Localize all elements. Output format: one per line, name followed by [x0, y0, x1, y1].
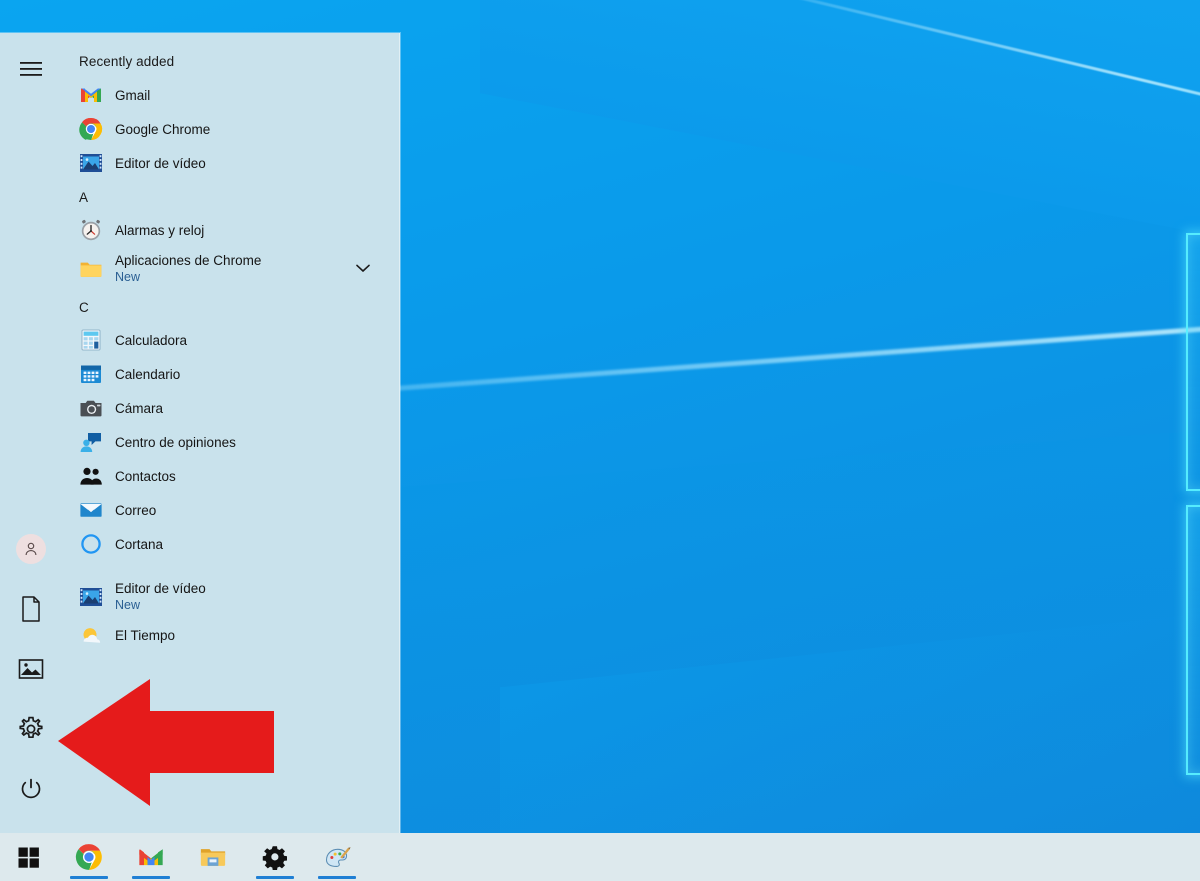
hamburger-icon	[20, 62, 42, 76]
gear-icon	[19, 716, 43, 739]
taskbar	[0, 833, 1200, 881]
camera-icon	[79, 396, 103, 420]
app-label: Aplicaciones de Chrome	[115, 253, 262, 268]
app-row-centro-de-opiniones[interactable]: Centro de opiniones	[62, 425, 400, 459]
recently-added-title: Recently added	[79, 54, 175, 69]
alarm-clock-icon	[79, 218, 103, 242]
gmail-icon	[139, 849, 163, 866]
folder-icon	[79, 257, 103, 281]
video-editor-icon	[79, 585, 103, 609]
app-row-calendario[interactable]: Calendario	[62, 357, 400, 391]
app-label: Editor de vídeo	[115, 155, 206, 171]
taskbar-item-settings[interactable]	[244, 833, 306, 881]
app-label: Google Chrome	[115, 121, 211, 137]
app-row-cortana[interactable]: Cortana	[62, 527, 400, 561]
gmail-icon	[79, 83, 103, 107]
app-label: Alarmas y reloj	[115, 222, 205, 238]
taskbar-running-indicator	[132, 876, 170, 879]
video-editor-icon	[79, 151, 103, 175]
app-row-camara[interactable]: Cámara	[62, 391, 400, 425]
start-menu-app-list[interactable]: Recently added Gmail Google Chrome Edito…	[62, 33, 400, 833]
app-sublabel-new: New	[115, 598, 141, 612]
group-letter-c[interactable]: C	[62, 290, 400, 323]
paint-icon	[325, 847, 351, 867]
contacts-icon	[79, 464, 103, 488]
app-label: El Tiempo	[115, 627, 176, 643]
taskbar-item-paint[interactable]	[306, 833, 368, 881]
app-row-calculadora[interactable]: Calculadora	[62, 323, 400, 357]
app-label: Editor de vídeo	[115, 581, 206, 596]
calculator-icon	[79, 328, 103, 352]
mail-icon	[79, 498, 103, 522]
cortana-icon	[79, 532, 103, 556]
app-label: Correo	[115, 502, 157, 518]
windows-start-icon	[18, 847, 39, 868]
start-menu-panel: Recently added Gmail Google Chrome Edito…	[0, 33, 400, 833]
weather-icon	[79, 623, 103, 647]
desktop-screen: Recently added Gmail Google Chrome Edito…	[0, 0, 1200, 881]
app-row-gmail[interactable]: Gmail	[62, 78, 400, 112]
app-row-video-editor-recent[interactable]: Editor de vídeo	[62, 146, 400, 180]
chrome-icon	[79, 117, 103, 141]
rail-item-pictures[interactable]	[7, 645, 55, 693]
app-text: Editor de vídeo New	[115, 580, 206, 613]
taskbar-running-indicator	[318, 876, 356, 879]
taskbar-start-button[interactable]	[0, 833, 58, 881]
app-label: Gmail	[115, 87, 151, 103]
app-row-contactos[interactable]: Contactos	[62, 459, 400, 493]
app-row-aplicaciones-de-chrome[interactable]: Aplicaciones de Chrome New	[62, 247, 400, 290]
app-label: Cortana	[115, 536, 164, 552]
app-label: Cámara	[115, 400, 164, 416]
chevron-down-icon[interactable]	[356, 260, 370, 278]
rail-item-documents[interactable]	[7, 585, 55, 633]
app-sublabel-new: New	[115, 270, 141, 284]
app-row-correo[interactable]: Correo	[62, 493, 400, 527]
app-label: Contactos	[115, 468, 176, 484]
avatar	[16, 534, 46, 564]
app-label: Calculadora	[115, 332, 188, 348]
group-letter-a[interactable]: A	[62, 180, 400, 213]
picture-icon	[18, 659, 44, 679]
wallpaper-light-ray	[689, 0, 1200, 151]
taskbar-item-gmail[interactable]	[120, 833, 182, 881]
start-menu-left-rail	[0, 33, 62, 833]
app-row-google-chrome[interactable]: Google Chrome	[62, 112, 400, 146]
document-icon	[22, 596, 40, 622]
app-row-el-tiempo[interactable]: El Tiempo	[62, 618, 400, 652]
chrome-icon	[75, 844, 102, 870]
taskbar-item-google-chrome[interactable]	[58, 833, 120, 881]
taskbar-running-indicator	[70, 876, 108, 879]
taskbar-running-indicator	[256, 876, 294, 879]
rail-item-settings[interactable]	[7, 705, 55, 753]
wallpaper-logo-pane-lower	[1186, 505, 1200, 775]
power-icon	[21, 778, 41, 799]
gear-icon	[262, 846, 287, 870]
hamburger-menu-button[interactable]	[7, 45, 55, 93]
app-row-alarmas-y-reloj[interactable]: Alarmas y reloj	[62, 213, 400, 247]
app-text: Aplicaciones de Chrome New	[115, 252, 261, 285]
calendar-icon	[79, 362, 103, 386]
app-row-editor-de-video[interactable]: Editor de vídeo New	[62, 575, 400, 618]
user-icon	[25, 542, 37, 556]
folder-explorer-icon	[200, 849, 226, 866]
wallpaper-logo-pane-upper	[1186, 233, 1200, 491]
rail-item-power[interactable]	[7, 765, 55, 813]
app-label: Centro de opiniones	[115, 434, 236, 450]
feedback-icon	[79, 430, 103, 454]
app-label: Calendario	[115, 366, 181, 382]
rail-item-user-account[interactable]	[7, 525, 55, 573]
taskbar-item-file-explorer[interactable]	[182, 833, 244, 881]
wallpaper-facet-top	[480, 0, 1200, 307]
